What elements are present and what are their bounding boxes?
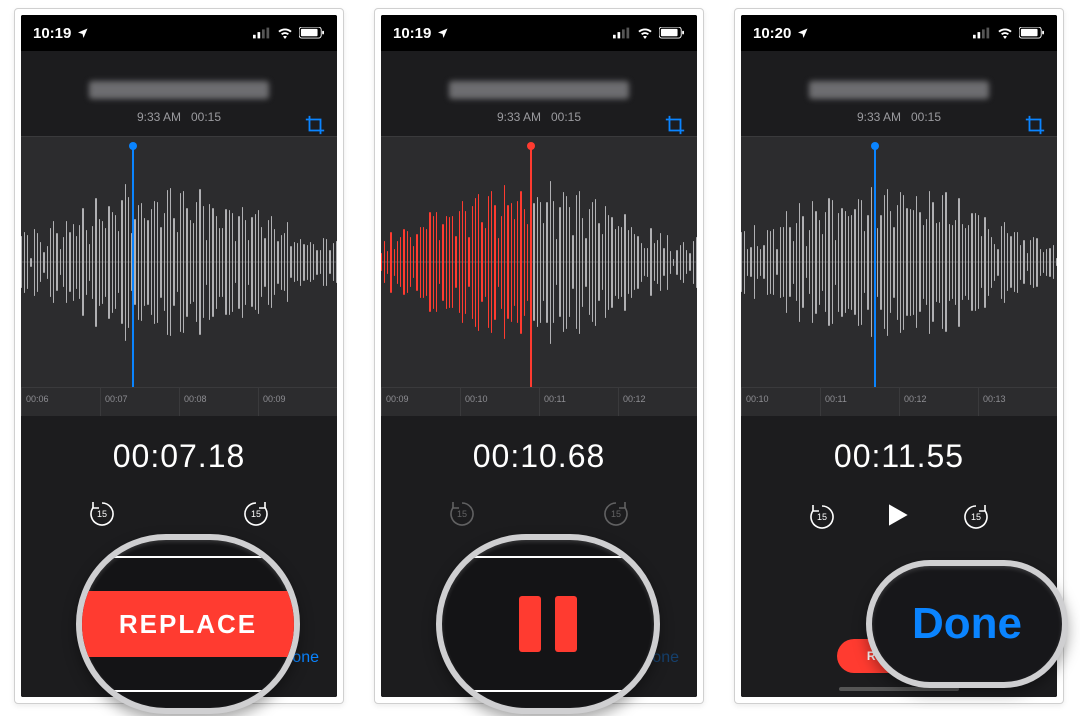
battery-icon <box>1019 27 1045 39</box>
battery-icon <box>659 27 685 39</box>
status-bar: 10:20 <box>741 15 1057 51</box>
play-button[interactable] <box>881 499 917 535</box>
forward-15-button[interactable]: 15 <box>601 499 631 529</box>
location-icon <box>437 27 449 39</box>
time-ruler: 00:09 00:10 00:11 00:12 <box>381 388 697 416</box>
playhead[interactable] <box>874 142 876 388</box>
elapsed-time: 00:07.18 <box>113 438 246 475</box>
recording-header: 9:33 AM 00:15 <box>21 51 337 136</box>
cellular-icon <box>253 27 271 39</box>
recording-time: 9:33 AM <box>857 110 901 124</box>
rewind-15-button[interactable]: 15 <box>447 499 477 529</box>
status-time: 10:20 <box>753 25 791 42</box>
location-icon <box>797 27 809 39</box>
recording-duration: 00:15 <box>911 110 941 124</box>
playhead[interactable] <box>530 142 532 388</box>
cellular-icon <box>973 27 991 39</box>
time-ruler: 00:10 00:11 00:12 00:13 <box>741 388 1057 416</box>
recording-title-redacted <box>89 81 269 99</box>
recording-title-redacted <box>809 81 989 99</box>
status-time: 10:19 <box>393 25 431 42</box>
recording-duration: 00:15 <box>191 110 221 124</box>
cellular-icon <box>613 27 631 39</box>
waveform <box>381 136 697 388</box>
recording-time: 9:33 AM <box>497 110 541 124</box>
recording-time: 9:33 AM <box>137 110 181 124</box>
waveform <box>21 136 337 388</box>
trim-icon[interactable] <box>663 114 687 138</box>
waveform-area[interactable]: 00:06 00:07 00:08 00:09 <box>21 136 337 416</box>
wifi-icon <box>277 27 293 39</box>
waveform-area[interactable]: 00:10 00:11 00:12 00:13 <box>741 136 1057 416</box>
trim-icon[interactable] <box>303 114 327 138</box>
callout-replace-label: REPLACE <box>82 591 294 657</box>
recording-header: 9:33 AM 00:15 <box>741 51 1057 136</box>
time-ruler: 00:06 00:07 00:08 00:09 <box>21 388 337 416</box>
waveform-area[interactable]: 00:09 00:10 00:11 00:12 <box>381 136 697 416</box>
playhead[interactable] <box>132 142 134 388</box>
recording-duration: 00:15 <box>551 110 581 124</box>
elapsed-time: 00:11.55 <box>834 438 964 475</box>
callout-replace: REPLACE <box>76 534 300 714</box>
forward-15-button[interactable]: 15 <box>961 502 991 532</box>
elapsed-time: 00:10.68 <box>473 438 606 475</box>
rewind-15-button[interactable]: 15 <box>87 499 117 529</box>
pause-icon <box>519 596 577 652</box>
status-bar: 10:19 <box>21 15 337 51</box>
status-time: 10:19 <box>33 25 71 42</box>
callout-done: Done <box>866 560 1068 688</box>
callout-done-label: Done <box>912 599 1022 649</box>
forward-15-button[interactable]: 15 <box>241 499 271 529</box>
recording-header: 9:33 AM 00:15 <box>381 51 697 136</box>
battery-icon <box>299 27 325 39</box>
wifi-icon <box>997 27 1013 39</box>
status-bar: 10:19 <box>381 15 697 51</box>
rewind-15-button[interactable]: 15 <box>807 502 837 532</box>
callout-pause <box>436 534 660 714</box>
location-icon <box>77 27 89 39</box>
waveform <box>741 136 1057 388</box>
recording-title-redacted <box>449 81 629 99</box>
wifi-icon <box>637 27 653 39</box>
trim-icon[interactable] <box>1023 114 1047 138</box>
